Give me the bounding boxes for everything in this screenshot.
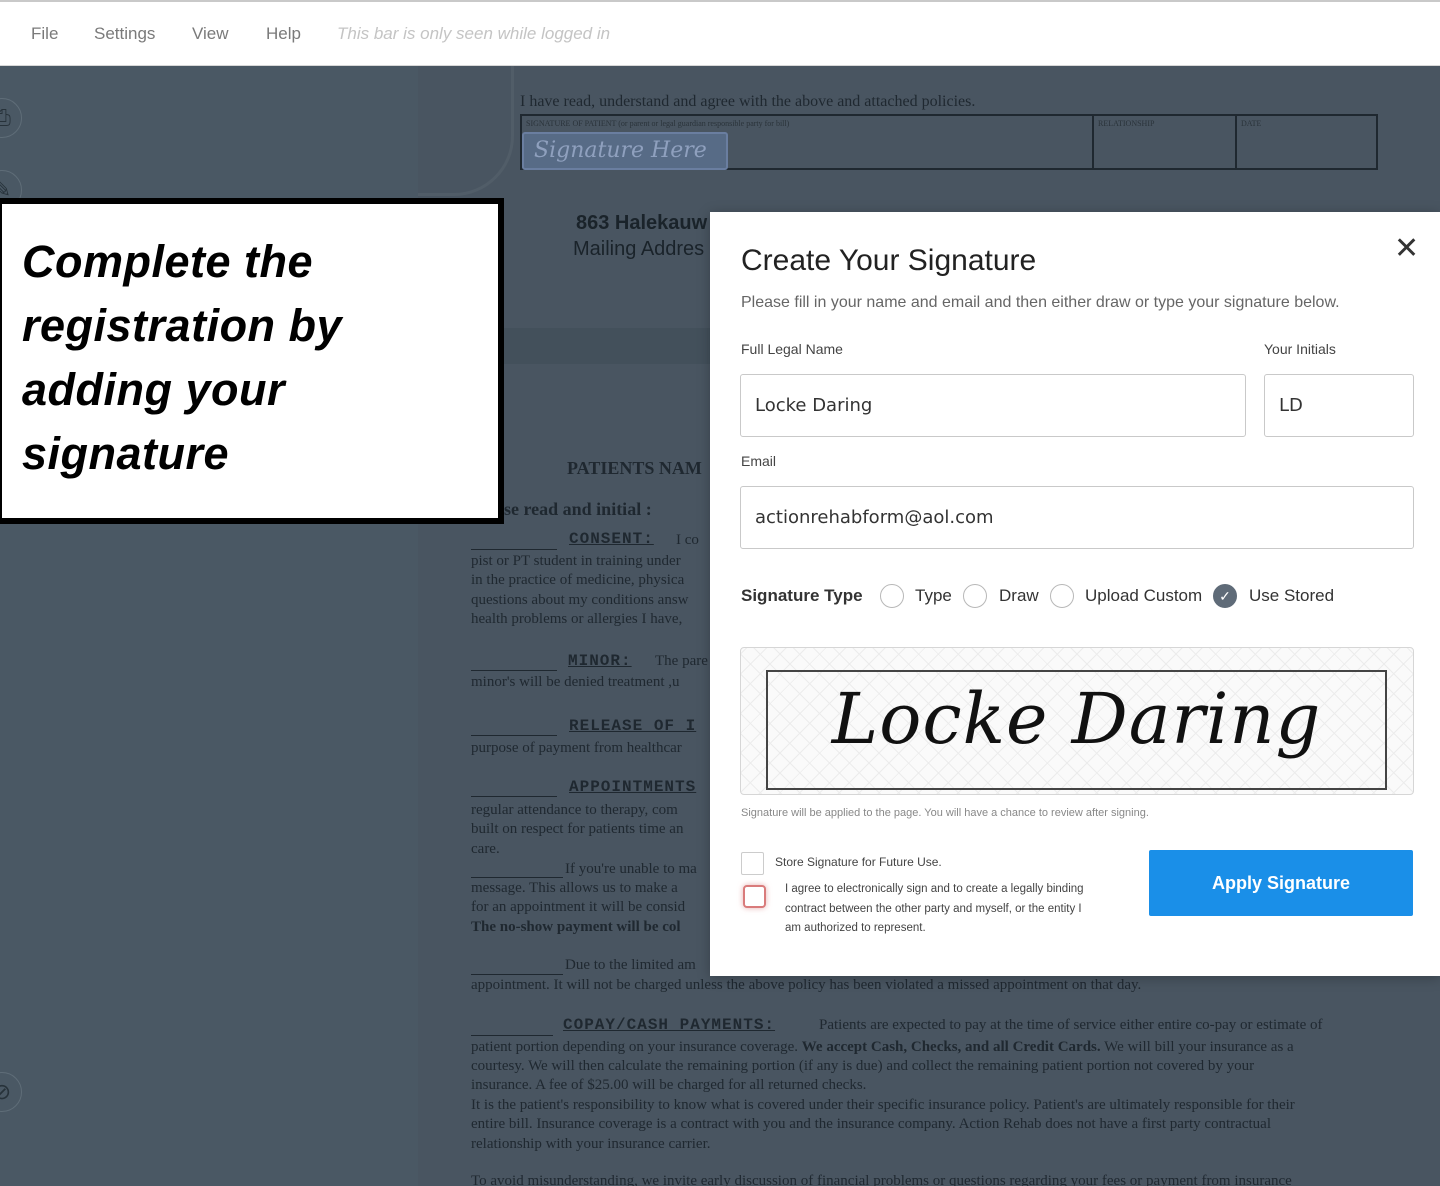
clinic-logo — [418, 66, 514, 196]
logged-in-note: This bar is only seen while logged in — [337, 24, 611, 43]
doc-text: I co — [676, 532, 699, 548]
doc-text: care. — [471, 841, 500, 857]
agree-checkbox[interactable] — [743, 885, 766, 908]
signature-type-label: Signature Type — [741, 586, 863, 605]
store-signature-label: Store Signature for Future Use. — [775, 855, 942, 869]
email-label: Email — [741, 453, 777, 469]
menu-view[interactable]: View — [192, 24, 229, 44]
radio-type-label[interactable]: Type — [915, 586, 952, 606]
copay-head: COPAY/CASH PAYMENTS: — [563, 1016, 776, 1034]
signature-frame: Locke Daring — [766, 670, 1387, 790]
address-line: 863 Halekauw — [576, 212, 708, 234]
doc-text: Patients are expected to pay at the time… — [819, 1017, 1323, 1033]
modal-subtitle: Please fill in your name and email and t… — [741, 294, 1340, 311]
read-initial: se read and initial : — [504, 499, 652, 519]
release-head: RELEASE OF I — [569, 717, 697, 735]
create-signature-modal: ✕ Create Your Signature Please fill in y… — [710, 212, 1440, 976]
menu-file[interactable]: File — [31, 24, 58, 44]
doc-text: relationship with your insurance carrier… — [471, 1136, 711, 1152]
signature-preview: Locke Daring — [831, 678, 1322, 760]
close-icon[interactable]: ✕ — [1394, 234, 1419, 264]
print-icon[interactable]: ⎙ — [0, 98, 22, 138]
doc-text: health problems or allergies I have, — [471, 611, 683, 627]
minor-head: MINOR: — [568, 652, 632, 670]
sig-header: SIGNATURE OF PATIENT (or parent or legal… — [526, 119, 790, 128]
agree-line: I have read, understand and agree with t… — [520, 93, 976, 110]
radio-use-stored-label[interactable]: Use Stored — [1249, 586, 1334, 606]
doc-text: If you're unable to ma — [565, 861, 697, 877]
signature-here-field[interactable]: Signature Here — [522, 132, 728, 170]
doc-text: for an appointment it will be consid — [471, 899, 686, 915]
doc-text: minor's will be denied treatment ,u — [471, 674, 680, 690]
doc-text: To avoid misunderstanding, we invite ear… — [471, 1173, 1292, 1186]
doc-text: in the practice of medicine, physica — [471, 572, 685, 588]
doc-text: courtesy. We will then calculate the rem… — [471, 1058, 1255, 1074]
agree-text: I agree to electronically sign and to cr… — [785, 883, 1084, 934]
consent-head: CONSENT: — [569, 530, 654, 548]
doc-text: appointment. It will not be charged unle… — [471, 977, 1142, 993]
radio-draw[interactable] — [963, 584, 987, 608]
initials-input[interactable]: LD — [1264, 374, 1414, 437]
initials-label: Your Initials — [1264, 341, 1336, 357]
menu-bar: File Settings View Help This bar is only… — [0, 0, 1440, 66]
radio-type[interactable] — [880, 584, 904, 608]
date-header: DATE — [1241, 119, 1262, 128]
store-signature-checkbox[interactable] — [741, 852, 764, 875]
doc-text: entire bill. Insurance coverage is a con… — [471, 1116, 1271, 1132]
full-name-input[interactable]: Locke Daring — [740, 374, 1246, 437]
mailing-line: Mailing Addres — [573, 238, 705, 260]
apply-note: Signature will be applied to the page. Y… — [741, 807, 1149, 819]
doc-text: built on respect for patients time an — [471, 821, 684, 837]
doc-text: Due to the limited am — [565, 957, 696, 973]
callout-line: adding your — [22, 364, 285, 415]
email-input[interactable]: actionrehabform@aol.com — [740, 486, 1414, 549]
signature-pad[interactable]: Locke Daring — [740, 647, 1414, 795]
doc-text: pist or PT student in training under — [471, 553, 681, 569]
doc-text: The no-show payment will be col — [471, 919, 681, 935]
menu-help[interactable]: Help — [266, 24, 301, 44]
callout-line: registration by — [22, 300, 343, 351]
apply-signature-button[interactable]: Apply Signature — [1149, 850, 1413, 916]
patients-name: PATIENTS NAM — [567, 458, 702, 478]
callout-line: signature — [22, 428, 230, 479]
relationship-header: RELATIONSHIP — [1098, 119, 1155, 128]
modal-title: Create Your Signature — [741, 244, 1037, 277]
radio-upload-custom[interactable] — [1050, 584, 1074, 608]
doc-text: purpose of payment from healthcar — [471, 740, 682, 756]
doc-text: The pare — [655, 653, 708, 669]
check-icon: ✓ — [1219, 588, 1231, 604]
instruction-callout: Complete the registration by adding your… — [0, 198, 504, 524]
radio-use-stored[interactable]: ✓ — [1213, 584, 1237, 608]
doc-text: regular attendance to therapy, com — [471, 802, 678, 818]
menu-settings[interactable]: Settings — [94, 24, 155, 44]
callout-line: Complete the — [22, 236, 314, 287]
signature-type-group: Signature Type Type Draw Upload Custom ✓… — [741, 584, 1381, 610]
appointments-head: APPOINTMENTS — [569, 778, 697, 796]
radio-upload-custom-label[interactable]: Upload Custom — [1085, 586, 1202, 606]
doc-text: It is the patient's responsibility to kn… — [471, 1097, 1295, 1113]
doc-text: message. This allows us to make a — [471, 880, 678, 896]
full-name-label: Full Legal Name — [741, 341, 843, 357]
cancel-icon[interactable]: ⊘ — [0, 1072, 22, 1112]
doc-text: insurance. A fee of $25.00 will be charg… — [471, 1077, 867, 1093]
doc-text: questions about my conditions answ — [471, 592, 689, 608]
radio-draw-label[interactable]: Draw — [999, 586, 1039, 606]
doc-text: patient portion depending on your insura… — [471, 1039, 1294, 1055]
